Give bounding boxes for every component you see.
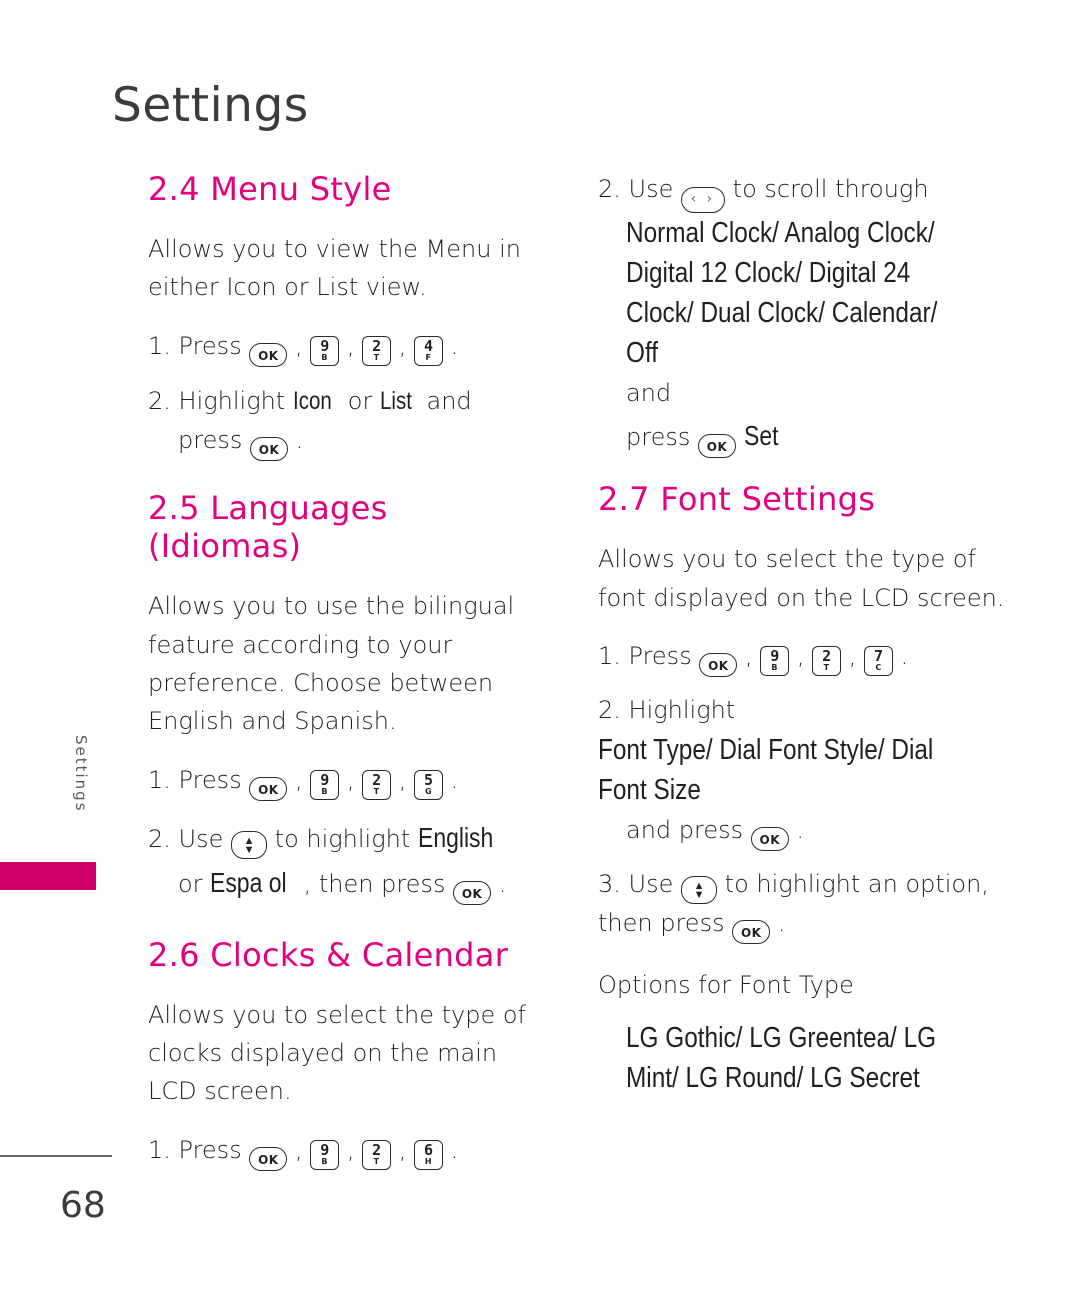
step-prefix: 2. Use (598, 175, 674, 203)
option-icon-label: Icon (292, 386, 332, 415)
step-font-2: 2. Highlight Font Type/ Dial Font Style/… (598, 691, 1018, 851)
step-languages-1: 1. Press OK , 9B , 2T , 5G . (148, 761, 548, 801)
num-key-2-icon: 2T (362, 335, 392, 366)
ok-key-icon: OK (250, 437, 288, 462)
step-menu-style-1: 1. Press OK , 9B , 2T , 4F . (148, 327, 548, 367)
num-key-9-icon: 9B (310, 769, 340, 800)
step-font-3: 3. Use ▲ ▼ to highlight an option, then p… (598, 865, 1018, 944)
step-clocks-1: 1. Press OK , 9B , 2T , 6H . (148, 1131, 548, 1171)
num-key-2-icon: 2T (362, 1139, 392, 1170)
num-key-2-icon: 2T (812, 645, 842, 676)
paragraph-clocks-intro: Allows you to select the type of clocks … (148, 1000, 526, 1106)
font-type-values: LG Gothic/ LG Greentea/ LG Mint/ LG Roun… (626, 1022, 937, 1095)
ok-key-icon: OK (453, 881, 492, 906)
step-prefix: 1. Press (148, 1135, 242, 1164)
ok-key-icon: OK (249, 1146, 288, 1171)
step-tail: and press (626, 815, 744, 844)
step-tail: , then press (303, 870, 446, 899)
step-prefix: 1. Press (148, 331, 242, 360)
set-label: Set (743, 419, 779, 451)
left-column: 2.4 Menu Style Allows you to view the Me… (148, 170, 548, 1185)
side-tab-label: Settings (72, 735, 90, 813)
footer-divider (0, 1155, 112, 1157)
page-title: Settings (112, 78, 309, 133)
press-word: press (178, 426, 243, 455)
font-options-list: Font Type/ Dial Font Style/ Dial Font Si… (598, 733, 934, 806)
heading-languages: 2.5 Languages (Idiomas) (148, 489, 388, 566)
step-menu-style-2: 2. Highlight Icon or List and press OK . (148, 381, 548, 462)
ok-key-icon: OK (698, 433, 736, 458)
step-mid: to scroll through (732, 175, 929, 203)
num-key-9-icon: 9B (760, 645, 790, 676)
conjunction-or: or (347, 386, 373, 415)
step-languages-2: 2. Use ▲ ▼ to highlight English or Espa o… (148, 815, 548, 906)
clock-options-list: Normal Clock/ Analog Clock/ Digital 12 C… (626, 217, 938, 370)
option-list-label: List (379, 386, 412, 415)
side-tab-marker (0, 862, 96, 890)
conjunction-and: and (426, 386, 472, 415)
options-for-font-type-label: Options for Font Type (598, 970, 854, 999)
page-number: 68 (60, 1185, 106, 1226)
paragraph-languages-intro: Allows you to use the bilingual feature … (148, 592, 515, 736)
num-key-5-icon: 5G (414, 769, 444, 800)
num-key-6-icon: 6H (414, 1139, 444, 1170)
option-english-label: English (417, 821, 494, 853)
num-key-9-icon: 9B (310, 1139, 340, 1170)
step-prefix: 1. Press (148, 765, 242, 794)
num-key-4-icon: 4F (414, 335, 444, 366)
up-down-key-icon: ▲ ▼ (231, 830, 268, 859)
heading-clocks-calendar: 2.6 Clocks & Calendar (148, 935, 509, 974)
step-clocks-2: 2. Use ‹ › to scroll through Normal Cloc… (598, 170, 1018, 458)
heading-menu-style: 2.4 Menu Style (148, 170, 392, 208)
ok-key-icon: OK (249, 776, 288, 801)
step-prefix: 1. Press (598, 641, 692, 670)
step-prefix: 2. Use (148, 824, 224, 853)
ok-key-icon: OK (732, 919, 771, 944)
heading-font-settings: 2.7 Font Settings (598, 480, 876, 519)
left-right-key-icon: ‹ › (681, 187, 726, 213)
step-font-1: 1. Press OK , 9B , 2T , 7C . (598, 637, 1018, 677)
up-down-key-icon: ▲ ▼ (681, 875, 718, 904)
conjunction-or: or (178, 870, 203, 899)
paragraph-menu-style-intro: Allows you to view the Menu in either Ic… (148, 235, 521, 302)
paragraph-font-settings-intro: Allows you to select the type of font di… (598, 545, 1005, 612)
ok-key-icon: OK (249, 342, 288, 367)
step-mid: to highlight (274, 824, 411, 853)
press-word: press (626, 422, 691, 451)
step-prefix: 2. Highlight (148, 386, 286, 415)
ok-key-icon: OK (750, 826, 789, 851)
option-espanol-label: Espa ol (210, 867, 287, 899)
step-prefix: 2. Highlight (598, 695, 736, 724)
num-key-7-icon: 7C (864, 645, 894, 676)
ok-key-icon: OK (699, 652, 738, 677)
conjunction-and: and (626, 378, 672, 407)
right-column: 2. Use ‹ › to scroll through Normal Cloc… (598, 170, 1018, 1098)
step-prefix: 3. Use (598, 869, 674, 898)
num-key-9-icon: 9B (310, 335, 340, 366)
num-key-2-icon: 2T (362, 769, 392, 800)
